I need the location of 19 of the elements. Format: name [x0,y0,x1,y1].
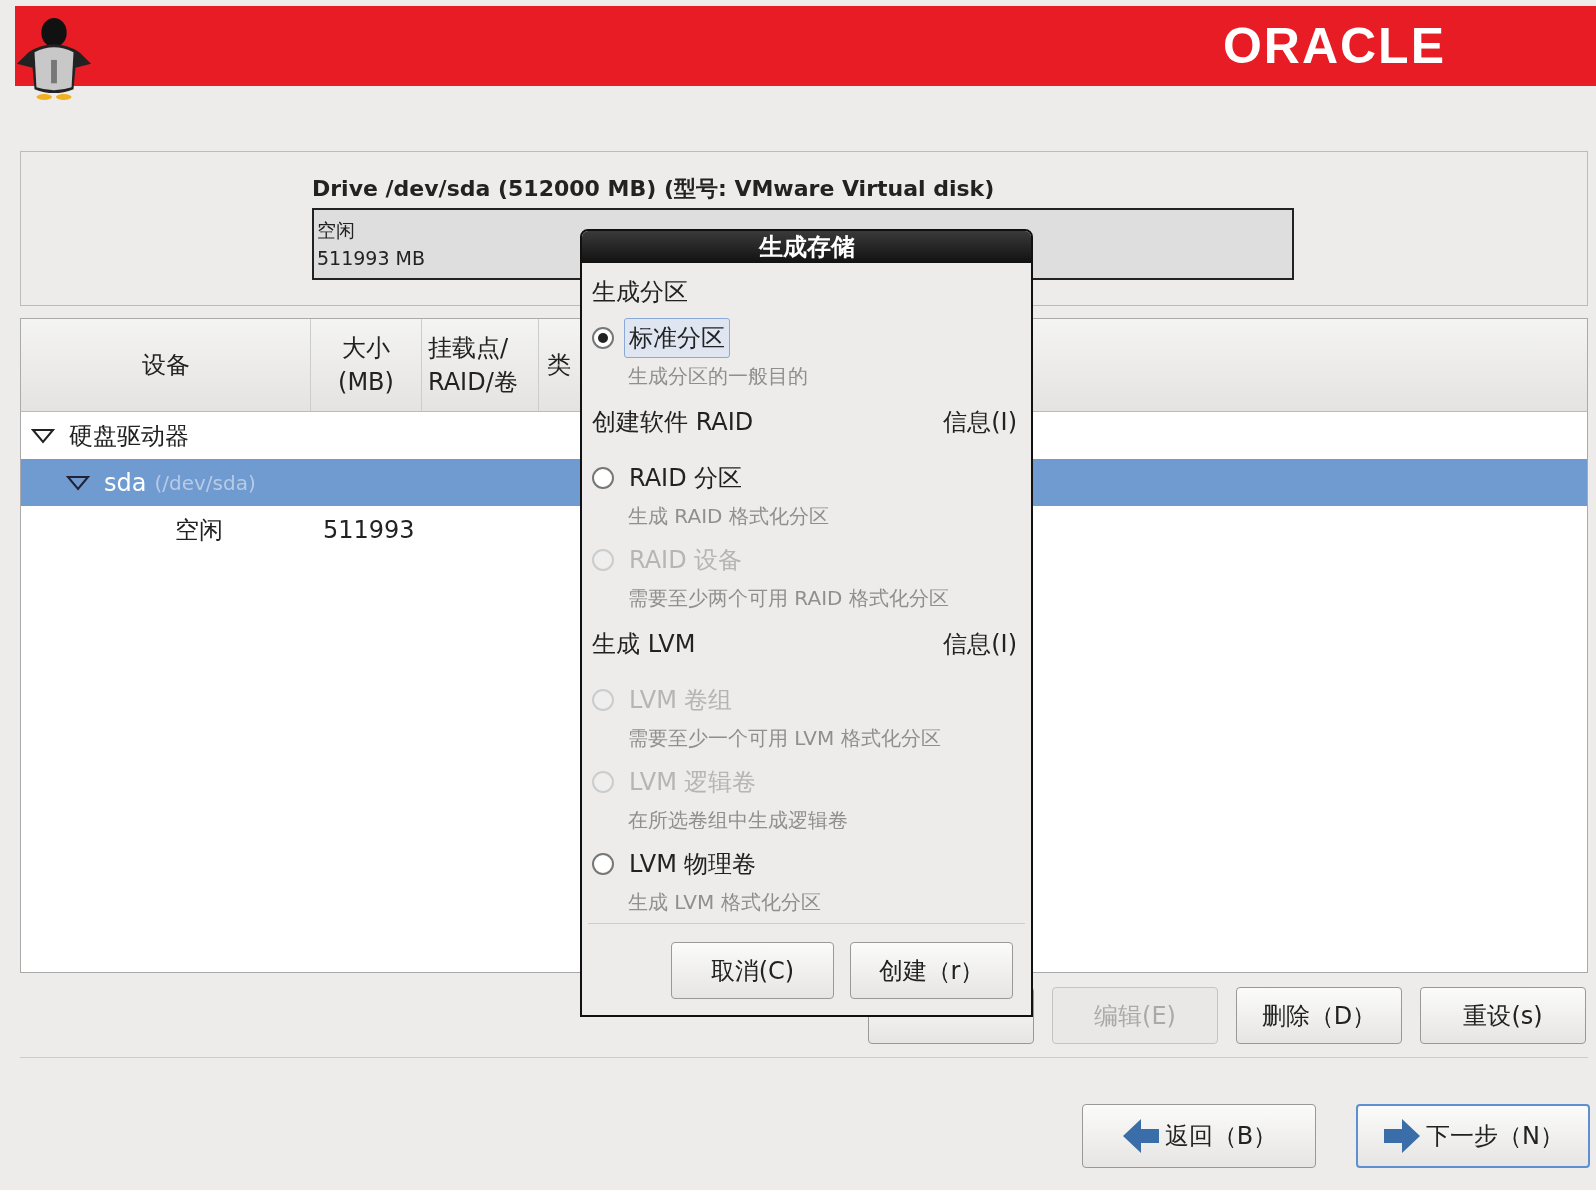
option-hint: 需要至少两个可用 RAID 格式化分区 [627,585,950,612]
option-hint: 需要至少一个可用 LVM 格式化分区 [627,725,942,752]
device-name: 空闲 [175,514,223,546]
section-heading: 生成分区 [592,277,688,308]
segment-label: 空闲 [317,218,355,243]
drive-title: Drive /dev/sda (512000 MB) (型号: VMware Virtual disk) [312,175,996,203]
option-hint: 生成 LVM 格式化分区 [627,889,822,916]
logo: ORACLE [1222,17,1446,75]
device-path: (/dev/sda) [154,470,256,495]
device-name: 硬盘驱动器 [69,420,189,452]
option-hint: 生成 RAID 格式化分区 [627,503,830,530]
segment-size: 511993 MB [317,246,425,271]
section-heading: 生成 LVM [592,629,696,660]
option-hint: 在所选卷组中生成逻辑卷 [627,807,849,834]
device-name: sda [104,468,147,497]
option-hint: 生成分区的一般目的 [627,363,809,390]
dialog-title: 生成存储 [582,231,1031,263]
size-cell: 511993 [323,515,415,544]
section-heading: 创建软件 RAID [592,407,754,438]
